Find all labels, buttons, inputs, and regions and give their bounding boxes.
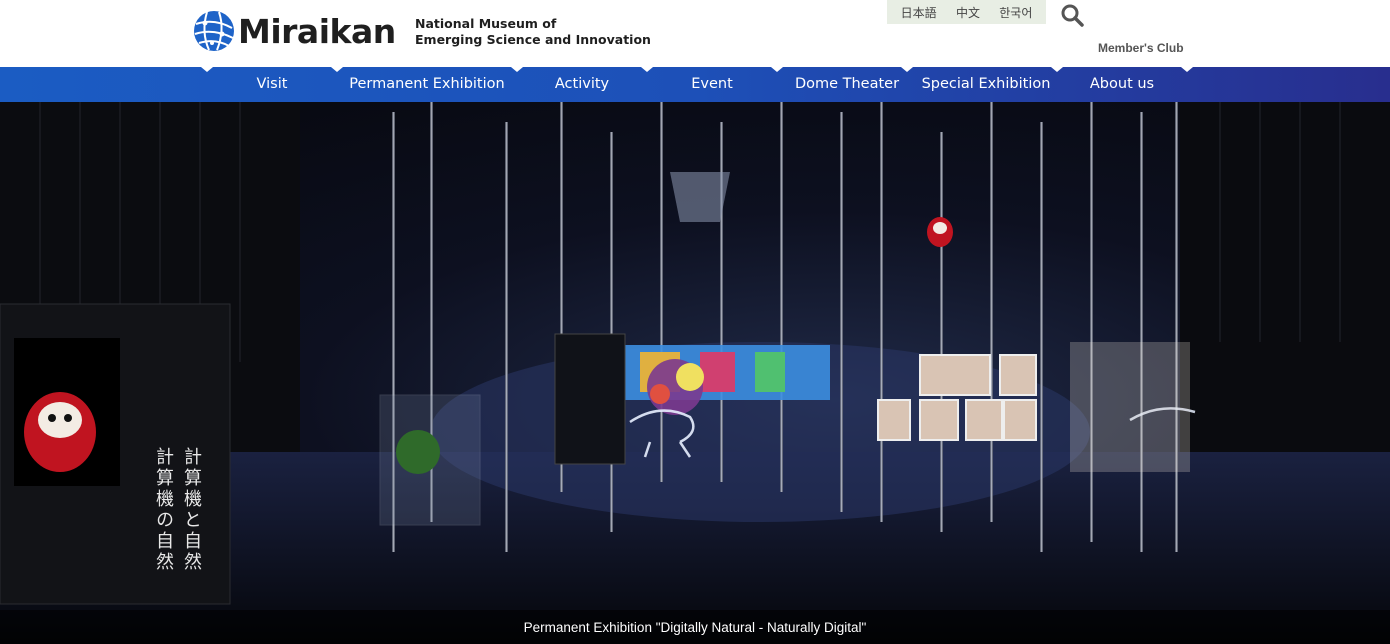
lang-japanese-link[interactable]: 日本語 [901, 4, 937, 21]
search-icon [1061, 4, 1084, 27]
hero-caption-bar: Permanent Exhibition "Digitally Natural … [0, 610, 1390, 644]
nav-divider-notch [641, 67, 653, 72]
nav-item-about-us[interactable]: About us [1090, 67, 1154, 102]
exhibit-calligraphy-text: 計算機と自然 計算機の自然 [153, 447, 202, 573]
nav-divider-notch [1181, 67, 1193, 72]
nav-item-permanent-exhibition[interactable]: Permanent Exhibition [349, 67, 504, 102]
nav-item-special-exhibition[interactable]: Special Exhibition [922, 67, 1051, 102]
logo-wordmark: Miraikan [238, 11, 396, 51]
main-navigation: Visit Permanent Exhibition Activity Even… [0, 67, 1390, 102]
globe-logo-icon [194, 11, 234, 51]
nav-item-event[interactable]: Event [691, 67, 733, 102]
language-switcher: 日本語 中文 한국어 [887, 0, 1046, 24]
exhibition-photo [0, 102, 1390, 644]
lang-chinese-link[interactable]: 中文 [956, 4, 980, 21]
search-button[interactable] [1060, 3, 1084, 27]
nav-divider-notch [331, 67, 343, 72]
nav-divider-notch [201, 67, 213, 72]
nav-item-dome-theater[interactable]: Dome Theater [795, 67, 899, 102]
nav-divider-notch [511, 67, 523, 72]
subtitle-line-1: National Museum of [415, 16, 557, 31]
hero-caption: Permanent Exhibition "Digitally Natural … [523, 620, 867, 635]
nav-divider-notch [1051, 67, 1063, 72]
subtitle-line-2: Emerging Science and Innovation [415, 32, 651, 47]
nav-divider-notch [901, 67, 913, 72]
members-club-link[interactable]: Member's Club [1098, 41, 1184, 55]
nav-item-visit[interactable]: Visit [257, 67, 288, 102]
site-header: Miraikan National Museum of Emerging Sci… [0, 0, 1390, 67]
nav-divider-notch [771, 67, 783, 72]
museum-full-name: National Museum of Emerging Science and … [415, 16, 651, 48]
hero-image[interactable]: 計算機と自然 計算機の自然 [0, 102, 1390, 644]
lang-korean-link[interactable]: 한국어 [999, 4, 1032, 21]
nav-item-activity[interactable]: Activity [555, 67, 609, 102]
miraikan-logo[interactable]: Miraikan [193, 10, 396, 52]
